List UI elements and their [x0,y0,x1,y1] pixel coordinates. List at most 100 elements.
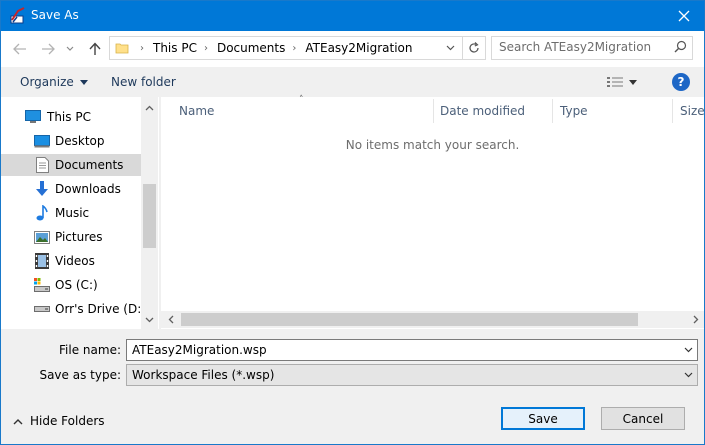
breadcrumb: › This PC › Documents › ATEasy2Migration [134,37,413,59]
cancel-button[interactable]: Cancel [601,407,685,430]
breadcrumb-current-folder[interactable]: ATEasy2Migration [304,41,413,55]
nav-item-documents[interactable]: Documents [1,154,141,176]
ateasy-app-icon [9,7,27,25]
hide-folders-button[interactable]: Hide Folders [13,414,105,428]
nav-item-label: This PC [47,110,91,124]
organize-button[interactable]: Organize [20,75,88,89]
chevron-down-icon [684,347,692,353]
window-title: Save As [31,8,79,22]
downloads-icon [34,181,50,197]
file-name-row: File name: [1,339,704,361]
back-button[interactable] [11,41,29,57]
folder-icon [115,41,129,58]
scroll-right-button[interactable] [687,311,704,328]
breadcrumb-separator-icon[interactable]: › [204,43,208,54]
nav-item-label: Videos [55,254,95,268]
arrow-left-icon [13,43,26,55]
nav-item-pictures[interactable]: Pictures [1,226,141,248]
arrow-up-icon [89,42,101,55]
sort-ascending-icon: ˄ [299,95,304,105]
save-type-select[interactable]: Workspace Files (*.wsp) [126,364,698,386]
help-button[interactable]: ? [672,73,690,91]
chevron-down-icon [446,45,454,51]
column-size[interactable]: Size [680,97,705,124]
column-divider[interactable] [672,99,673,123]
chevron-down-icon [66,46,74,51]
address-dropdown-button[interactable] [442,40,458,56]
breadcrumb-separator-icon[interactable]: › [292,43,296,54]
file-name-input[interactable] [127,340,680,360]
save-type-row: Save as type: Workspace Files (*.wsp) [1,364,704,386]
search-input[interactable] [492,37,671,57]
nav-item-label: Orr's Drive (D:) [55,302,141,316]
desktop-icon [34,133,50,149]
drive-d-icon [34,301,50,317]
new-folder-button[interactable]: New folder [111,75,176,89]
file-name-combobox[interactable] [126,339,698,361]
address-bar[interactable]: › This PC › Documents › ATEasy2Migration [109,36,486,60]
refresh-button[interactable] [462,37,485,59]
search-box[interactable] [491,36,693,60]
nav-item-os-c[interactable]: OS (C:) [1,274,141,296]
navigation-pane: This PC Desktop Documents Downloads Musi… [1,97,159,329]
column-name[interactable]: Name [179,97,214,124]
pc-icon [25,109,41,125]
scroll-left-button[interactable] [162,311,179,328]
music-icon [34,205,50,221]
scroll-up-button[interactable] [141,99,158,116]
file-name-label: File name: [59,343,121,357]
organize-label: Organize [20,75,74,89]
nav-item-videos[interactable]: Videos [1,250,141,272]
column-type[interactable]: Type [560,97,588,124]
chevron-down-icon [684,372,692,378]
caret-down-icon [629,79,637,85]
breadcrumb-this-pc[interactable]: This PC [152,41,198,55]
command-bar: Organize New folder ? [1,67,704,97]
column-header-row: ˄ Name Date modified Type Size [161,95,705,124]
up-button[interactable] [86,41,104,57]
pictures-icon [34,229,50,245]
file-name-dropdown-button[interactable] [681,343,695,357]
forward-button[interactable] [39,41,57,57]
save-button[interactable]: Save [501,407,585,430]
title-bar: Save As [1,1,704,31]
nav-item-drive-d[interactable]: Orr's Drive (D:) [1,298,141,320]
save-type-label: Save as type: [39,368,121,382]
scroll-thumb[interactable] [181,313,638,326]
navigation-bar: › This PC › Documents › ATEasy2Migration [1,31,704,67]
nav-item-label: Music [55,206,90,220]
column-date-modified[interactable]: Date modified [440,97,525,124]
chevron-right-icon [693,315,698,324]
nav-item-label: Pictures [55,230,103,244]
column-divider[interactable] [433,99,434,123]
details-view-icon [607,77,623,87]
arrow-right-icon [42,43,55,55]
close-icon [678,10,690,22]
nav-item-label: Downloads [55,182,121,196]
breadcrumb-documents[interactable]: Documents [216,41,286,55]
drive-c-icon [34,277,50,293]
recent-locations-button[interactable] [64,41,76,57]
column-divider[interactable] [552,99,553,123]
nav-item-this-pc[interactable]: This PC [1,106,141,128]
chevron-left-icon [168,315,173,324]
nav-item-label: Desktop [55,134,105,148]
nav-item-label: Documents [55,158,124,172]
nav-item-downloads[interactable]: Downloads [1,178,141,200]
save-type-value: Workspace Files (*.wsp) [132,368,275,382]
nav-item-label: OS (C:) [55,278,98,292]
empty-message: No items match your search. [345,138,520,152]
breadcrumb-separator-icon[interactable]: › [140,43,144,54]
search-icon[interactable] [674,40,687,56]
scroll-down-button[interactable] [141,311,158,328]
nav-item-music[interactable]: Music [1,202,141,224]
nav-vertical-scrollbar[interactable] [141,97,158,329]
close-button[interactable] [664,1,704,31]
save-type-dropdown-button[interactable] [681,368,695,382]
dialog-footer: Hide Folders Save Cancel [1,397,704,444]
change-view-button[interactable] [607,73,647,91]
nav-item-desktop[interactable]: Desktop [1,130,141,152]
file-list: ˄ Name Date modified Type Size No items … [161,95,705,329]
file-list-horizontal-scrollbar[interactable] [161,311,704,328]
scroll-thumb[interactable] [143,184,156,248]
